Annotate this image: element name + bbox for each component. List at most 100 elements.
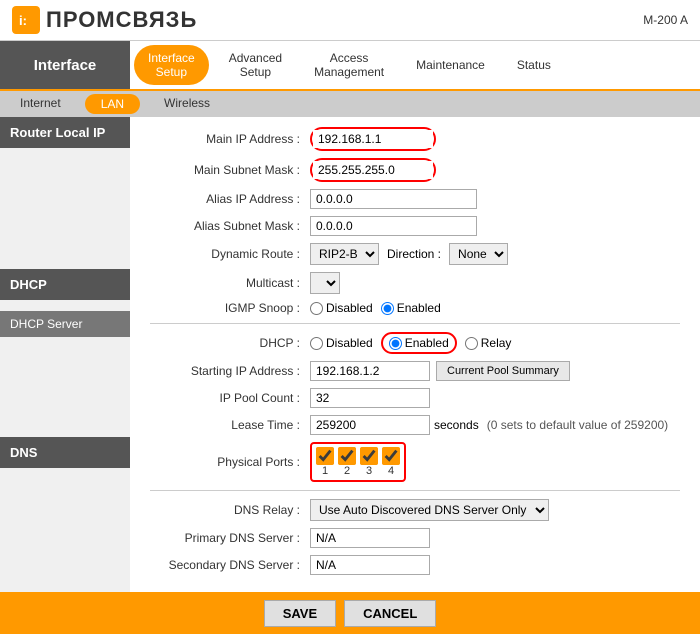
divider-dhcp [150, 323, 680, 324]
main-subnet-row: Main Subnet Mask : [150, 158, 680, 182]
ip-pool-label: IP Pool Count : [150, 391, 310, 405]
main-subnet-input[interactable] [313, 161, 433, 179]
main-nav: Interface Interface Setup Advanced Setup… [0, 41, 700, 91]
sub-nav-internet[interactable]: Internet [0, 91, 81, 117]
nav-item-line2: Setup [156, 65, 187, 79]
dhcp-disabled-text: Disabled [326, 336, 373, 350]
main-subnet-highlight [310, 158, 436, 182]
nav-item-status[interactable]: Status [501, 41, 567, 89]
igmp-radio-group: Disabled Enabled [310, 301, 441, 315]
pool-summary-button[interactable]: Current Pool Summary [436, 361, 570, 381]
port-1-label: 1 [322, 465, 328, 477]
physical-ports-label: Physical Ports : [150, 455, 310, 469]
divider-dns [150, 490, 680, 491]
direction-label: Direction : [387, 247, 441, 261]
dhcp-disabled-label[interactable]: Disabled [310, 336, 373, 350]
sub-nav: Internet LAN Wireless [0, 91, 700, 117]
nav-item-line1: Interface [148, 51, 195, 65]
dhcp-radio-group: Disabled Enabled Relay [310, 332, 511, 354]
dhcp-relay-radio[interactable] [465, 337, 478, 350]
secondary-dns-row: Secondary DNS Server : [150, 555, 680, 575]
port-1-checkbox[interactable] [316, 447, 334, 465]
nav-item-line1: Advanced [229, 51, 282, 65]
igmp-enabled-label[interactable]: Enabled [381, 301, 441, 315]
sidebar: Router Local IP DHCP DHCP Server DNS [0, 117, 130, 592]
dhcp-label: DHCP : [150, 336, 310, 350]
port-2-label: 2 [344, 465, 350, 477]
sidebar-section-dhcp-server: DHCP Server [0, 311, 130, 337]
nav-item-maintenance[interactable]: Maintenance [400, 41, 501, 89]
main-ip-label: Main IP Address : [150, 132, 310, 146]
dns-relay-label: DNS Relay : [150, 503, 310, 517]
starting-ip-row: Starting IP Address : Current Pool Summa… [150, 361, 680, 381]
dhcp-row: DHCP : Disabled Enabled Relay [150, 332, 680, 354]
starting-ip-label: Starting IP Address : [150, 364, 310, 378]
main-ip-input[interactable] [313, 130, 433, 148]
dhcp-enabled-radio[interactable] [389, 337, 402, 350]
lease-time-input[interactable] [310, 415, 430, 435]
dynamic-route-label: Dynamic Route : [150, 247, 310, 261]
lease-time-row: Lease Time : seconds (0 sets to default … [150, 415, 680, 435]
port-1-box: 1 [316, 447, 334, 477]
dynamic-route-row: Dynamic Route : RIP2-B Direction : None [150, 243, 680, 265]
main-ip-row: Main IP Address : [150, 127, 680, 151]
cancel-button[interactable]: CANCEL [344, 600, 436, 627]
direction-select[interactable]: None [449, 243, 508, 265]
header: i: ПРОМСВЯЗЬ M-200 A [0, 0, 700, 41]
igmp-enabled-text: Enabled [397, 301, 441, 315]
primary-dns-input[interactable] [310, 528, 430, 548]
nav-item-line1: Access [330, 51, 369, 65]
igmp-disabled-radio[interactable] [310, 302, 323, 315]
dns-relay-row: DNS Relay : Use Auto Discovered DNS Serv… [150, 499, 680, 521]
footer-bar: SAVE CANCEL [0, 592, 700, 634]
starting-ip-input[interactable] [310, 361, 430, 381]
ip-pool-row: IP Pool Count : [150, 388, 680, 408]
alias-ip-row: Alias IP Address : [150, 189, 680, 209]
multicast-label: Multicast : [150, 276, 310, 290]
physical-ports-row: Physical Ports : 1 2 3 4 [150, 442, 680, 482]
sidebar-section-dhcp: DHCP [0, 269, 130, 300]
dns-relay-select[interactable]: Use Auto Discovered DNS Server Only [310, 499, 549, 521]
igmp-disabled-label[interactable]: Disabled [310, 301, 373, 315]
port-3-label: 3 [366, 465, 372, 477]
dhcp-enabled-label[interactable]: Enabled [389, 336, 449, 350]
port-4-box: 4 [382, 447, 400, 477]
nav-item-interface-setup[interactable]: Interface Setup [134, 45, 209, 85]
save-button[interactable]: SAVE [264, 600, 336, 627]
alias-subnet-label: Alias Subnet Mask : [150, 219, 310, 233]
igmp-enabled-radio[interactable] [381, 302, 394, 315]
port-4-checkbox[interactable] [382, 447, 400, 465]
sidebar-section-router-local-ip: Router Local IP [0, 117, 130, 148]
svg-text:i:: i: [19, 13, 27, 28]
sidebar-section-dns: DNS [0, 437, 130, 468]
port-4-label: 4 [388, 465, 394, 477]
alias-ip-input[interactable] [310, 189, 477, 209]
lease-time-label: Lease Time : [150, 418, 310, 432]
secondary-dns-input[interactable] [310, 555, 430, 575]
nav-item-line2: Setup [240, 65, 271, 79]
nav-item-advanced-setup[interactable]: Advanced Setup [213, 41, 298, 89]
multicast-row: Multicast : [150, 272, 680, 294]
sub-nav-wireless[interactable]: Wireless [144, 91, 230, 117]
dynamic-route-select[interactable]: RIP2-B [310, 243, 379, 265]
port-2-box: 2 [338, 447, 356, 477]
alias-ip-label: Alias IP Address : [150, 192, 310, 206]
dhcp-relay-label[interactable]: Relay [465, 336, 512, 350]
sub-nav-lan[interactable]: LAN [85, 94, 140, 114]
nav-item-line1: Maintenance [416, 58, 485, 72]
main-subnet-label: Main Subnet Mask : [150, 163, 310, 177]
port-3-checkbox[interactable] [360, 447, 378, 465]
logo-text: ПРОМСВЯЗЬ [46, 7, 197, 33]
content-area: Router Local IP DHCP DHCP Server DNS Mai… [0, 117, 700, 592]
lease-time-note: (0 sets to default value of 259200) [487, 418, 668, 432]
dhcp-disabled-radio[interactable] [310, 337, 323, 350]
nav-item-access-management[interactable]: Access Management [298, 41, 400, 89]
port-2-checkbox[interactable] [338, 447, 356, 465]
multicast-select[interactable] [310, 272, 340, 294]
primary-dns-label: Primary DNS Server : [150, 531, 310, 545]
nav-item-line2: Management [314, 65, 384, 79]
alias-subnet-input[interactable] [310, 216, 477, 236]
nav-item-line1: Status [517, 58, 551, 72]
ip-pool-input[interactable] [310, 388, 430, 408]
logo: i: ПРОМСВЯЗЬ [12, 6, 197, 34]
